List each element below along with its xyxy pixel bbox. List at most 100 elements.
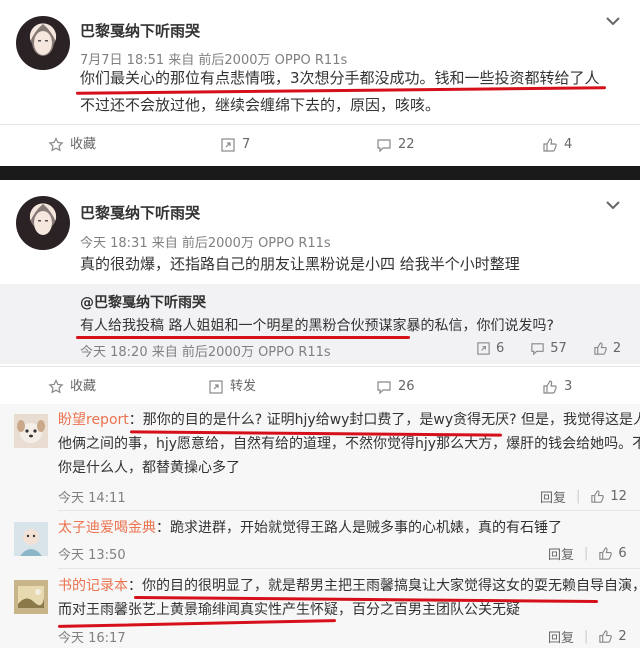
comment-text-part: 你的目的很明显了，就是帮男主把王雨馨搞臭让大家觉得这女的耍无赖自导自演 bbox=[142, 578, 632, 594]
comment-like-button[interactable]: 2 bbox=[598, 629, 627, 644]
like-count: 2 bbox=[618, 629, 627, 644]
comment-icon bbox=[377, 381, 391, 395]
comment-count: 26 bbox=[398, 379, 415, 394]
action-separator: | bbox=[584, 546, 589, 561]
repost-comment-button[interactable]: 57 bbox=[530, 341, 567, 356]
comment-list: 盼望report：那你的目的是什么? 证明hjy给wy封口费了，是wy贪得无厌?… bbox=[0, 404, 640, 648]
post-text-part: 3次想分手都没成功。钱和一些投资都转给了人 bbox=[290, 69, 600, 87]
comment-text-part: ，从 bbox=[632, 578, 640, 594]
repost-count: 7 bbox=[242, 137, 251, 152]
colon: ： bbox=[156, 520, 170, 536]
comment-count: 22 bbox=[398, 137, 415, 152]
repost-label: 转发 bbox=[230, 379, 257, 394]
comment-avatar[interactable] bbox=[14, 522, 48, 556]
weibo-post-1: 巴黎戛纳下听雨哭 7月7日 18:51 来自 前后2000万 OPPO R11s… bbox=[0, 0, 640, 166]
comment-user-link[interactable]: 盼望report bbox=[58, 412, 129, 428]
like-count: 6 bbox=[618, 546, 627, 561]
user-avatar[interactable] bbox=[16, 16, 70, 70]
like-count: 12 bbox=[610, 489, 627, 504]
comment-text-line: 你是什么人，都替黄操心多了 bbox=[58, 460, 240, 476]
like-count: 4 bbox=[564, 137, 573, 152]
post-action-bar: 收藏 7 22 4 bbox=[0, 124, 640, 165]
post-username[interactable]: 巴黎戛纳下听雨哭 bbox=[80, 20, 200, 41]
reply-button[interactable]: 回复 bbox=[540, 487, 566, 506]
colon: ： bbox=[128, 578, 142, 594]
post-text-part: 你们最关心的那位有点悲情哦， bbox=[80, 69, 291, 87]
repost-count: 6 bbox=[496, 341, 505, 356]
repost-icon bbox=[221, 138, 235, 152]
post-meta: 今天 18:31 来自 前后2000万 OPPO R11s bbox=[80, 236, 331, 251]
repost-like-button[interactable]: 2 bbox=[593, 341, 621, 356]
post-text-line-2: 不过还不会放过他，继续会缠绵下去的，原因，咳咳。 bbox=[80, 96, 441, 114]
chevron-down-icon[interactable] bbox=[606, 16, 620, 26]
chevron-down-icon[interactable] bbox=[606, 200, 620, 210]
comment-icon bbox=[531, 343, 544, 356]
favorite-button[interactable]: 收藏 bbox=[48, 125, 96, 165]
thumbs-up-icon bbox=[543, 138, 557, 152]
comment-avatar[interactable] bbox=[14, 580, 48, 614]
comment-text-part: 跪求进群，开始就觉得王路人是贼多事的心机婊，真的有石锤了 bbox=[170, 520, 562, 536]
comment-user-link[interactable]: 书的记录本 bbox=[58, 578, 128, 594]
favorite-label: 收藏 bbox=[70, 379, 97, 394]
comment-body: 太子迪爱喝金典：跪求进群，开始就觉得王路人是贼多事的心机婊，真的有石锤了 bbox=[58, 516, 562, 540]
comment-like-button[interactable]: 12 bbox=[590, 489, 627, 504]
comment-like-button[interactable]: 6 bbox=[598, 546, 627, 561]
comment-text-part: 但是，我觉得这是人家 bbox=[521, 412, 640, 428]
screenshot-divider bbox=[0, 166, 640, 180]
repost-meta: 今天 18:20 来自 前后2000万 OPPO R11s bbox=[80, 345, 331, 360]
repost-text: 有人给我投稿 路人姐姐和一个明星的黑粉合伙预谋家暴的私信，你们说发吗? bbox=[80, 314, 554, 338]
star-icon bbox=[48, 137, 64, 152]
comment-actions: 回复 | 12 bbox=[540, 487, 627, 506]
repost-text-part: ，你们说发吗? bbox=[462, 318, 554, 334]
like-count: 3 bbox=[564, 379, 573, 394]
thumbs-up-icon bbox=[591, 490, 605, 503]
repost-button[interactable]: 转发 bbox=[208, 367, 256, 407]
action-separator: | bbox=[576, 489, 581, 504]
thumbs-up-icon bbox=[543, 380, 557, 394]
action-separator: | bbox=[584, 629, 589, 644]
repost-actions: 6 57 2 bbox=[476, 341, 621, 356]
like-button[interactable]: 4 bbox=[542, 125, 572, 165]
comment-actions: 回复 | 6 bbox=[548, 544, 627, 563]
like-count: 2 bbox=[612, 341, 622, 356]
reply-button[interactable]: 回复 bbox=[548, 544, 574, 563]
repost-repost-button[interactable]: 6 bbox=[476, 341, 504, 356]
red-underline bbox=[76, 336, 410, 339]
comment-separator bbox=[58, 510, 640, 511]
comment-time: 今天 13:50 bbox=[58, 548, 126, 563]
comment-count: 57 bbox=[550, 341, 567, 356]
comment-user-link[interactable]: 太子迪爱喝金典 bbox=[58, 520, 156, 536]
comment-separator bbox=[58, 568, 640, 569]
comment-text-part: 而对王雨馨张艺上黄景瑜绯闻真实性产生怀疑 bbox=[58, 602, 338, 618]
repost-box[interactable]: @巴黎戛纳下听雨哭 有人给我投稿 路人姐姐和一个明星的黑粉合伙预谋家暴的私信，你… bbox=[0, 284, 640, 364]
comment-time: 今天 14:11 bbox=[58, 491, 126, 506]
thumbs-up-icon bbox=[594, 342, 607, 355]
comment-button[interactable]: 26 bbox=[376, 367, 415, 407]
comment-avatar[interactable] bbox=[14, 414, 48, 448]
favorite-button[interactable]: 收藏 bbox=[48, 367, 96, 407]
comment-button[interactable]: 22 bbox=[376, 125, 415, 165]
colon: ： bbox=[128, 412, 143, 428]
reply-button[interactable]: 回复 bbox=[548, 627, 574, 646]
comment-text-part: ，百分之百男主团队公关无疑 bbox=[338, 602, 520, 618]
comment-actions: 回复 | 2 bbox=[548, 627, 627, 646]
like-button[interactable]: 3 bbox=[542, 367, 572, 407]
repost-user[interactable]: @巴黎戛纳下听雨哭 bbox=[80, 292, 206, 312]
comment-text-line: 他俩之间的事，hjy愿意给，自然有给的道理，不然你觉得hjy那么大方，爆肝的钱会… bbox=[58, 436, 640, 452]
comment-icon bbox=[377, 139, 391, 153]
comment-body: 盼望report：那你的目的是什么? 证明hjy给wy封口费了，是wy贪得无厌?… bbox=[58, 408, 640, 480]
comment-time: 今天 16:17 bbox=[58, 631, 126, 646]
weibo-post-2: 巴黎戛纳下听雨哭 今天 18:31 来自 前后2000万 OPPO R11s 真… bbox=[0, 180, 640, 404]
repost-text-part: 有人给我投稿 路人姐姐和一个明星的黑粉合伙预谋家暴的私信 bbox=[80, 318, 463, 334]
repost-button[interactable]: 7 bbox=[220, 125, 250, 165]
thumbs-up-icon bbox=[599, 630, 613, 643]
post-text: 真的很劲爆，还指路自己的朋友让黑粉说是小四 给我半个小时整理 bbox=[80, 255, 520, 273]
comment-text-part: 那你的目的是什么? 证明hjy给wy封口费了，是wy贪得无厌? bbox=[142, 412, 517, 428]
repost-icon bbox=[477, 342, 490, 355]
post-action-bar: 收藏 转发 26 3 bbox=[0, 366, 640, 407]
post-username[interactable]: 巴黎戛纳下听雨哭 bbox=[80, 202, 200, 223]
user-avatar[interactable] bbox=[16, 196, 70, 250]
star-icon bbox=[48, 379, 64, 394]
thumbs-up-icon bbox=[599, 547, 613, 560]
favorite-label: 收藏 bbox=[70, 137, 97, 152]
